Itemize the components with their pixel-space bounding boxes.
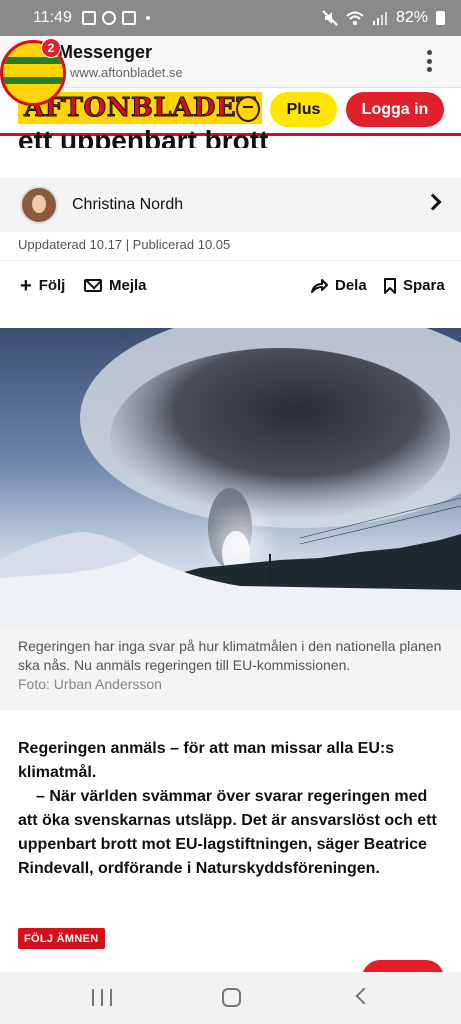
follow-button[interactable]: + Följ bbox=[20, 274, 66, 297]
status-left: 11:49 bbox=[33, 9, 150, 27]
article-headline-fragment: ett uppenbart brott bbox=[18, 125, 269, 148]
plus-icon: + bbox=[20, 274, 32, 297]
image-caption: Regeringen har inga svar på hur klimatmå… bbox=[18, 638, 442, 673]
signal-icon bbox=[372, 12, 387, 25]
status-right: 82% bbox=[322, 9, 445, 27]
home-icon[interactable] bbox=[222, 988, 241, 1007]
share-label: Dela bbox=[335, 277, 367, 294]
chat-head-stripe bbox=[3, 57, 63, 64]
lead-quote: – När världen svämmar över svarar regeri… bbox=[18, 788, 437, 877]
chat-head-badge: 2 bbox=[41, 38, 61, 58]
email-button[interactable]: Mejla bbox=[84, 277, 147, 294]
mail-icon bbox=[84, 279, 102, 292]
article-dates: Uppdaterad 10.17 | Publicerad 10.05 bbox=[18, 237, 231, 252]
more-vert-icon[interactable] bbox=[419, 48, 439, 74]
follow-label: Följ bbox=[38, 277, 66, 294]
status-time: 11:49 bbox=[33, 9, 72, 26]
save-button[interactable]: Spara bbox=[384, 277, 445, 294]
image-caption-box: Regeringen har inga svar på hur klimatmå… bbox=[0, 628, 461, 710]
share-button[interactable]: Dela bbox=[310, 277, 367, 294]
chat-head-stripe bbox=[3, 77, 63, 84]
battery-percent: 82% bbox=[395, 9, 428, 26]
lead-paragraph: Regeringen anmäls – för att man missar a… bbox=[18, 740, 395, 781]
article-lead: Regeringen anmäls – för att man missar a… bbox=[18, 737, 438, 881]
android-nav-bar bbox=[0, 972, 461, 1024]
browser-title: Messenger bbox=[58, 42, 153, 62]
chevron-right-icon bbox=[424, 193, 442, 211]
status-bar: 11:49 82% bbox=[0, 0, 461, 36]
more-notifications-dot-icon bbox=[145, 16, 150, 20]
photo-credit: Foto: Urban Andersson bbox=[18, 676, 162, 692]
mute-icon bbox=[322, 10, 338, 26]
recents-icon[interactable] bbox=[92, 989, 112, 1006]
check-notification-icon bbox=[121, 11, 136, 25]
hero-image-illustration bbox=[0, 328, 461, 628]
messenger-browser-bar: Messenger www.aftonbladet.se bbox=[0, 36, 461, 88]
share-icon bbox=[311, 278, 328, 293]
wifi-icon bbox=[346, 11, 364, 25]
browser-url: www.aftonbladet.se bbox=[70, 65, 183, 80]
author-name: Christina Nordh bbox=[72, 196, 184, 213]
gallery-notification-icon bbox=[81, 11, 96, 25]
back-icon[interactable] bbox=[355, 987, 373, 1005]
login-button[interactable]: Logga in bbox=[346, 92, 444, 127]
article-actions: + Följ Mejla Dela Spara bbox=[0, 260, 461, 312]
follow-topics-button[interactable]: FÖLJ ÄMNEN bbox=[18, 928, 105, 949]
plus-button[interactable]: Plus bbox=[270, 92, 337, 127]
bookmark-icon bbox=[384, 277, 396, 294]
author-row[interactable]: Christina Nordh bbox=[0, 178, 461, 232]
article-hero-image[interactable] bbox=[0, 328, 461, 628]
facebook-notification-icon bbox=[101, 11, 116, 25]
save-label: Spara bbox=[403, 277, 445, 294]
battery-icon bbox=[436, 11, 445, 25]
email-label: Mejla bbox=[109, 277, 147, 294]
notification-icons bbox=[81, 11, 150, 25]
author-avatar bbox=[20, 186, 58, 224]
